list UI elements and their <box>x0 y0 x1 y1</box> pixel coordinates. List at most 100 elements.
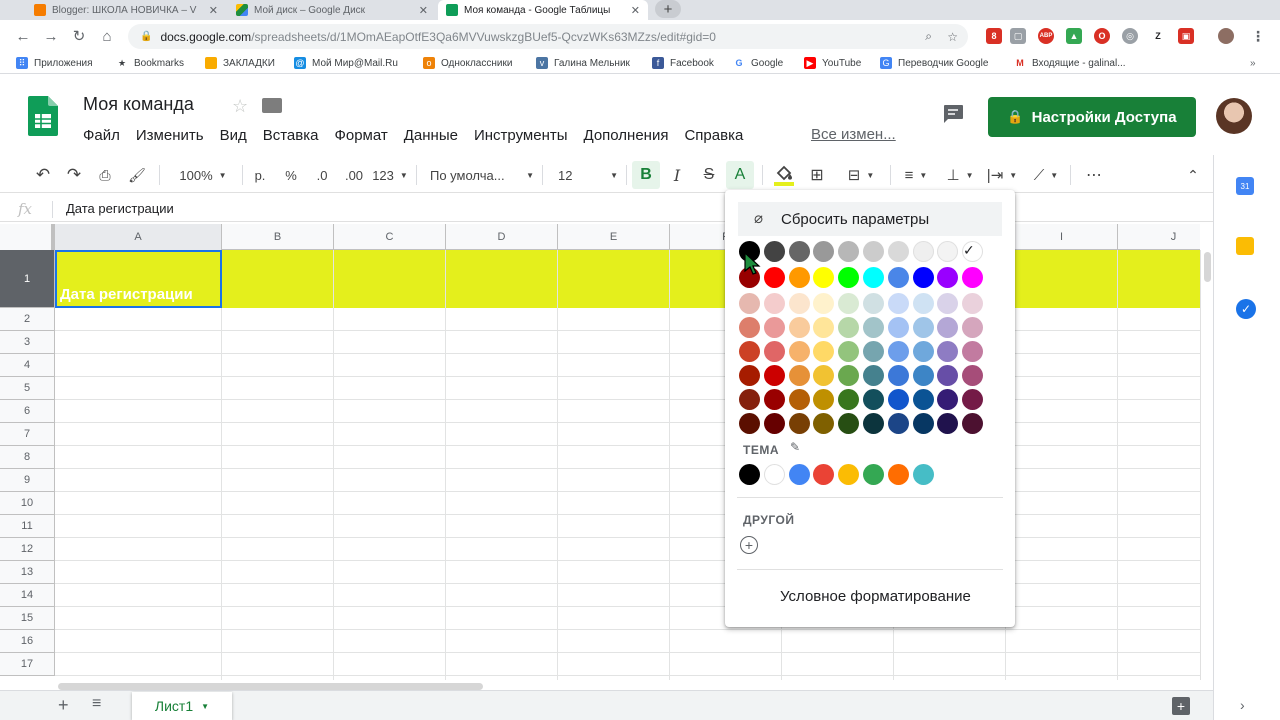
browser-tab-drive[interactable]: Мой диск – Google Диск ✕ <box>228 0 436 20</box>
row-header[interactable]: 3 <box>0 331 55 354</box>
text-rotation-button[interactable]: ⟋ ▼ <box>1028 157 1064 193</box>
font-family-select[interactable]: По умолча... ▼ <box>430 157 534 193</box>
paint-format-icon[interactable]: 🖌 <box>126 157 148 193</box>
color-swatch[interactable] <box>863 389 884 410</box>
color-swatch[interactable] <box>838 341 860 362</box>
color-swatch[interactable] <box>838 365 860 386</box>
color-swatch[interactable] <box>838 293 860 314</box>
extension-icon[interactable]: 8 <box>986 28 1002 44</box>
merge-cells-button[interactable]: ⊟ ▼ <box>838 157 884 193</box>
close-icon[interactable]: ✕ <box>625 4 640 17</box>
color-swatch[interactable] <box>937 293 959 314</box>
color-swatch[interactable] <box>813 413 835 434</box>
keep-icon[interactable] <box>1236 237 1254 255</box>
theme-color-swatch[interactable] <box>887 464 909 485</box>
new-tab-button[interactable]: + <box>655 0 681 18</box>
color-swatch[interactable] <box>763 365 785 386</box>
color-swatch[interactable] <box>912 241 934 262</box>
all-sheets-icon[interactable]: ≡ <box>92 695 101 713</box>
color-swatch[interactable] <box>788 293 810 314</box>
row-header[interactable]: 11 <box>0 515 55 538</box>
color-swatch[interactable] <box>937 267 959 288</box>
currency-format-button[interactable]: р. <box>250 157 270 193</box>
bookmark-star-icon[interactable]: ☆ <box>947 30 958 44</box>
theme-color-swatch[interactable] <box>763 464 785 485</box>
color-swatch[interactable] <box>912 293 934 314</box>
row-header[interactable]: 17 <box>0 653 55 676</box>
google-sheets-logo[interactable] <box>28 96 58 136</box>
color-swatch[interactable] <box>763 317 785 338</box>
browser-tab-sheets[interactable]: Моя команда - Google Таблицы ✕ <box>438 0 648 20</box>
row-header[interactable]: 8 <box>0 446 55 469</box>
color-swatch[interactable] <box>887 317 909 338</box>
color-swatch[interactable] <box>937 413 959 434</box>
close-icon[interactable]: ✕ <box>203 4 218 17</box>
color-swatch[interactable] <box>912 365 934 386</box>
text-color-button[interactable]: A <box>726 161 754 189</box>
color-swatch[interactable] <box>937 389 959 410</box>
bookmark-item[interactable]: ★ Bookmarks <box>116 55 184 71</box>
color-swatch[interactable] <box>838 241 860 262</box>
edit-theme-pencil-icon[interactable]: ✎ <box>790 440 800 454</box>
color-swatch[interactable] <box>962 317 984 338</box>
percent-format-button[interactable]: % <box>281 157 301 193</box>
profile-avatar[interactable] <box>1218 28 1234 44</box>
bookmark-item[interactable]: M Входящие - galinal... <box>1014 55 1125 71</box>
color-swatch[interactable] <box>887 293 909 314</box>
zoom-magnifier-icon[interactable]: ⌕ <box>925 29 932 44</box>
row-header[interactable]: 16 <box>0 630 55 653</box>
vertical-scrollbar[interactable] <box>1200 250 1213 680</box>
color-swatch[interactable] <box>788 267 810 288</box>
home-icon[interactable]: ⌂ <box>96 25 118 47</box>
theme-color-swatch[interactable] <box>739 464 760 485</box>
font-size-select[interactable]: 12 ▼ <box>558 157 618 193</box>
color-swatch[interactable] <box>863 341 884 362</box>
color-swatch[interactable] <box>838 413 860 434</box>
color-swatch[interactable] <box>763 341 785 362</box>
doc-title[interactable]: Моя команда <box>83 94 194 115</box>
sheet-tab[interactable]: Лист1 ▼ <box>132 692 232 720</box>
all-changes-link[interactable]: Все измен... <box>811 126 896 143</box>
zoom-select[interactable]: 100% ▼ <box>172 157 234 193</box>
color-swatch[interactable] <box>813 293 835 314</box>
column-header-b[interactable]: B <box>222 224 334 250</box>
menu-edit[interactable]: Изменить <box>136 127 204 144</box>
bookmark-item[interactable]: ▶ YouTube <box>804 55 861 71</box>
bookmark-item[interactable]: o Одноклассники <box>423 55 512 71</box>
text-wrap-button[interactable]: |⇥ ▼ <box>984 157 1020 193</box>
color-swatch[interactable] <box>739 341 760 362</box>
theme-color-swatch[interactable] <box>912 464 934 485</box>
row-header[interactable]: 5 <box>0 377 55 400</box>
formula-input[interactable]: Дата регистрации <box>66 201 174 216</box>
more-options-icon[interactable]: ⋯ <box>1082 157 1106 193</box>
row-header-1[interactable]: 1 <box>0 250 55 308</box>
browser-tab-blogger[interactable]: Blogger: ШКОЛА НОВИЧКА – V ✕ <box>26 0 226 20</box>
color-swatch[interactable] <box>813 267 835 288</box>
explore-icon[interactable]: + <box>1172 697 1190 715</box>
row-header[interactable]: 12 <box>0 538 55 561</box>
share-button[interactable]: 🔒 Настройки Доступа <box>988 97 1196 137</box>
column-header-a[interactable]: A <box>55 224 222 250</box>
row-header[interactable]: 10 <box>0 492 55 515</box>
horizontal-scroll-thumb[interactable] <box>58 683 483 690</box>
color-swatch[interactable] <box>887 241 909 262</box>
color-swatch[interactable] <box>813 241 835 262</box>
menu-insert[interactable]: Вставка <box>263 127 319 144</box>
italic-button[interactable]: I <box>666 157 688 193</box>
conditional-formatting-link[interactable]: Условное форматирование <box>780 588 971 605</box>
add-sheet-icon[interactable]: + <box>58 695 69 716</box>
add-custom-color-icon[interactable]: + <box>740 536 758 554</box>
color-swatch[interactable] <box>912 413 934 434</box>
color-swatch[interactable] <box>838 389 860 410</box>
color-swatch[interactable] <box>863 241 884 262</box>
row-header[interactable]: 13 <box>0 561 55 584</box>
menu-data[interactable]: Данные <box>404 127 458 144</box>
color-swatch[interactable] <box>763 293 785 314</box>
color-swatch[interactable] <box>863 293 884 314</box>
extension-icon[interactable]: Z <box>1150 28 1166 44</box>
print-icon[interactable]: ⎙ <box>94 157 116 193</box>
menu-view[interactable]: Вид <box>220 127 247 144</box>
color-swatch[interactable] <box>788 341 810 362</box>
extension-icon[interactable]: ◎ <box>1122 28 1138 44</box>
more-bookmarks-icon[interactable]: » <box>1250 55 1256 71</box>
